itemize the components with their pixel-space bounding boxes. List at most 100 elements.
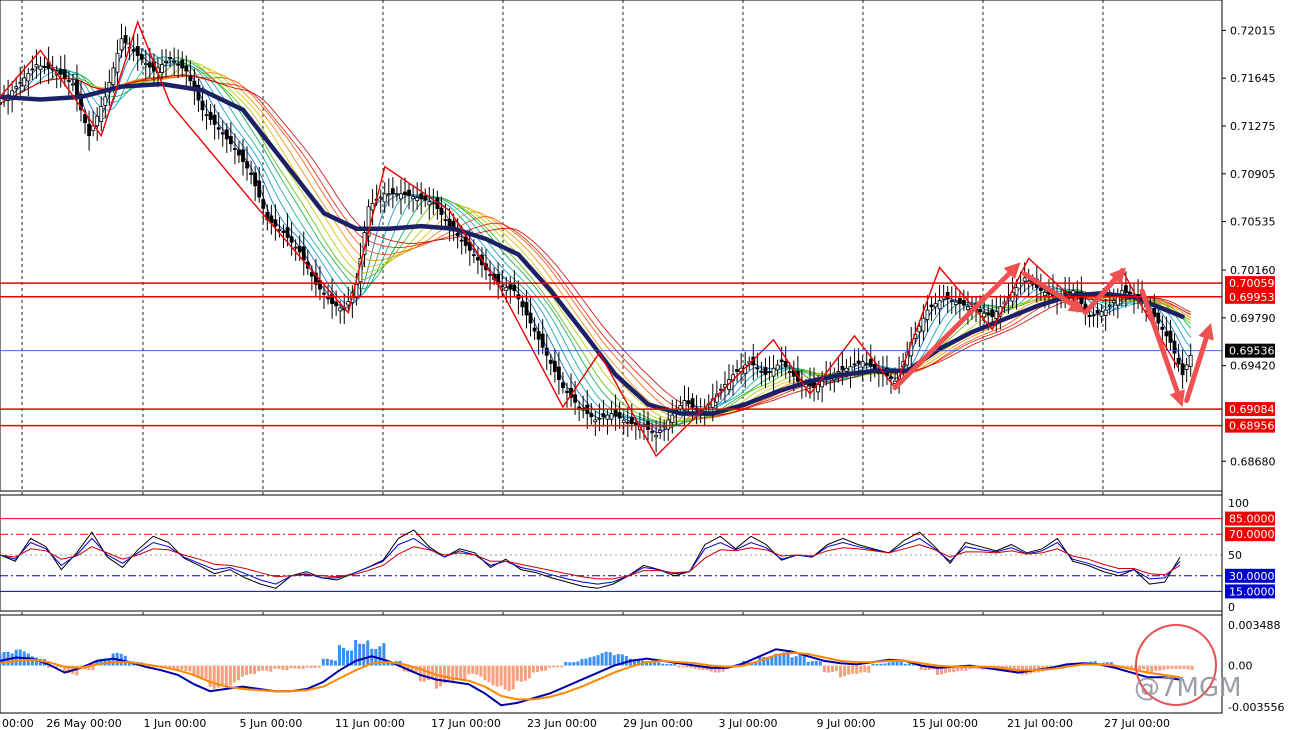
macd-histogram-bar <box>346 650 350 666</box>
candle-body <box>1172 340 1177 354</box>
candle-body <box>411 196 416 200</box>
price-tick-label: 0.72015 <box>1230 24 1276 37</box>
macd-histogram-bar <box>665 663 669 666</box>
candle-body <box>504 287 509 291</box>
candle-body <box>605 414 610 420</box>
candle-body <box>852 363 857 366</box>
candle-body <box>123 35 128 44</box>
candle-body <box>394 193 399 196</box>
candle-body <box>666 419 671 430</box>
candle-body <box>131 49 136 52</box>
candle-body <box>937 300 942 310</box>
candle-body <box>447 218 452 227</box>
candle-body <box>633 422 638 425</box>
macd-histogram-bar <box>867 665 871 673</box>
macd-histogram-bar <box>839 665 843 678</box>
price-tag-label: 0.69536 <box>1229 345 1275 358</box>
macd-histogram-bar <box>184 665 188 671</box>
candle-body <box>160 64 164 73</box>
candle-body <box>949 300 954 302</box>
macd-histogram-bar <box>1162 665 1166 670</box>
macd-histogram-bar <box>317 665 321 668</box>
macd-histogram-bar <box>778 654 782 666</box>
macd-histogram-bar <box>337 645 341 666</box>
price-tick-label: 0.69790 <box>1230 312 1276 325</box>
candle-body <box>532 327 537 332</box>
macd-histogram-bar <box>903 663 907 666</box>
candle-body <box>678 404 683 410</box>
candle-body <box>990 309 995 317</box>
stochastic-axis-label: 50 <box>1228 549 1242 562</box>
candle-body <box>1111 300 1116 303</box>
macd-histogram-bar <box>212 665 216 689</box>
candle-body <box>273 219 278 227</box>
candle-body <box>1124 285 1128 293</box>
time-tick-label: 3 Jul 00:00 <box>719 717 778 730</box>
macd-histogram-bar <box>798 654 802 666</box>
candle-body <box>565 390 569 393</box>
candle-body <box>1107 304 1112 307</box>
candle-body <box>1164 331 1169 337</box>
macd-histogram-bar <box>507 665 511 692</box>
candle-body <box>212 114 217 125</box>
candle-body <box>249 172 254 175</box>
candle-body <box>1022 277 1027 282</box>
candle-body <box>431 202 436 205</box>
candle-body <box>253 172 258 187</box>
candle-body <box>419 193 424 200</box>
candle-body <box>520 301 525 308</box>
candle-body <box>557 366 561 380</box>
candle-body <box>508 284 513 290</box>
macd-histogram-bar <box>1186 665 1190 670</box>
macd-histogram-bar <box>1178 665 1182 670</box>
candle-body <box>471 254 476 257</box>
macd-histogram-bar <box>475 665 479 675</box>
candle-body <box>1176 357 1181 365</box>
macd-histogram-bar <box>285 665 289 671</box>
candle-body <box>1099 311 1104 317</box>
macd-histogram-bar <box>887 662 891 666</box>
candle-body <box>297 246 302 253</box>
candle-body <box>338 307 343 312</box>
macd-histogram-bar <box>277 665 281 670</box>
macd-histogram-bar <box>540 665 544 672</box>
candle-body <box>176 63 181 66</box>
macd-histogram-bar <box>240 665 244 677</box>
candle-body <box>188 75 193 82</box>
macd-histogram-bar <box>289 665 293 669</box>
candle-body <box>277 228 282 232</box>
time-tick-label: 26 May 00:00 <box>46 717 121 730</box>
candle-body <box>921 317 926 332</box>
candle-body <box>455 232 460 237</box>
candle-body <box>536 331 541 340</box>
candle-body <box>228 136 233 145</box>
candle-body <box>1087 314 1092 317</box>
macd-histogram-bar <box>220 665 224 685</box>
macd-histogram-bar <box>281 665 285 670</box>
macd-histogram-bar <box>483 665 487 681</box>
macd-histogram-bar <box>1190 665 1194 670</box>
candle-body <box>953 301 958 305</box>
macd-histogram-bar <box>548 665 552 668</box>
price-tick-label: 0.68680 <box>1230 455 1276 468</box>
macd-histogram-bar <box>1154 665 1158 671</box>
candle-body <box>427 201 432 206</box>
macd-histogram-bar <box>503 665 507 690</box>
candle-body <box>164 60 168 63</box>
candle-body <box>285 227 290 238</box>
macd-histogram-bar <box>608 652 612 666</box>
candle-body <box>820 380 825 388</box>
candle-body <box>779 359 784 363</box>
candle-body <box>415 197 420 201</box>
price-tag-label: 0.69084 <box>1229 403 1275 416</box>
candle-body <box>1095 309 1100 314</box>
macd-histogram-bar <box>657 662 661 666</box>
candle-body <box>75 79 79 98</box>
stochastic-level-label: 30.0000 <box>1229 570 1275 583</box>
time-tick-label: 1 Jun 00:00 <box>144 717 207 730</box>
candle-body <box>386 193 391 196</box>
candle-body <box>18 81 23 84</box>
macd-histogram-bar <box>891 662 895 666</box>
macd-histogram-bar <box>835 665 839 671</box>
stochastic-axis-label: 0 <box>1228 601 1235 614</box>
